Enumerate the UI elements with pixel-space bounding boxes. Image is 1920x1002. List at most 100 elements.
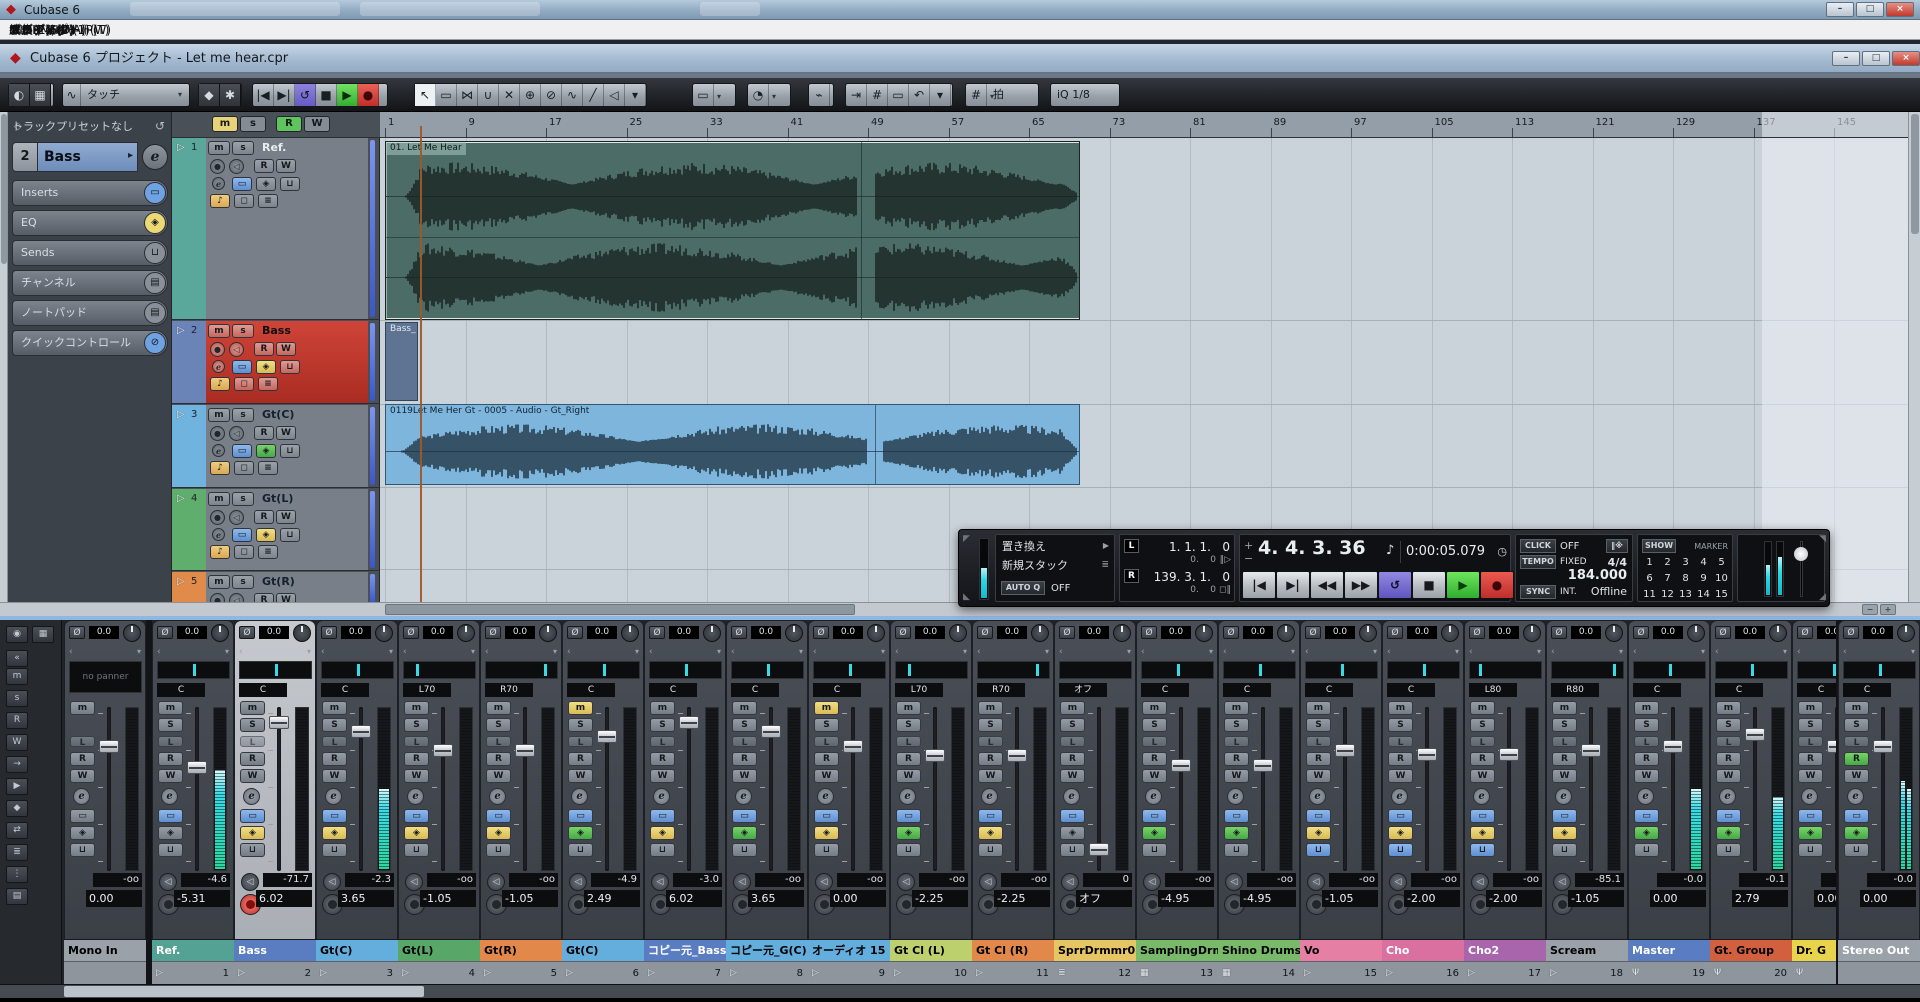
scroll-thumb[interactable]	[1, 114, 7, 264]
rewind-button[interactable]: ◀◀	[1310, 571, 1344, 599]
project-title-bar[interactable]: ◆ Cubase 6 プロジェクト - Let me hear.cpr – □ ×	[0, 44, 1920, 73]
strip-menu-icon[interactable]: ▾	[1373, 647, 1377, 657]
input-gain-knob[interactable]	[123, 624, 141, 642]
collapse-icon[interactable]: «	[6, 650, 28, 667]
listen-button[interactable]: L	[568, 736, 593, 748]
read-button[interactable]: R	[1142, 752, 1167, 766]
write-button[interactable]: W	[1470, 769, 1495, 783]
sends-bypass-button[interactable]: ⊔	[240, 843, 265, 857]
phase-button[interactable]: Ø	[895, 626, 911, 639]
mute-button[interactable]: m	[1142, 701, 1167, 715]
volume-value[interactable]: 0.00	[86, 890, 142, 907]
eq-bypass-button[interactable]: ◈	[404, 826, 429, 840]
monitor-button[interactable]: ◁	[897, 873, 915, 891]
pan-display[interactable]	[977, 661, 1050, 679]
solo-button[interactable]: S	[322, 718, 347, 732]
fader-handle[interactable]	[1171, 759, 1191, 772]
marker-button[interactable]: 5	[1713, 555, 1730, 571]
play-button[interactable]: ▶	[337, 84, 358, 106]
read-button[interactable]: R	[70, 752, 95, 766]
marker-button[interactable]: 9	[1695, 571, 1712, 587]
color-tool[interactable]: ▾	[625, 84, 646, 106]
read-button[interactable]: R	[404, 752, 429, 766]
read-button[interactable]: R	[1798, 752, 1823, 766]
toolbar-icon[interactable]: ✱	[220, 84, 241, 106]
sends-bypass-button[interactable]: ⊔	[896, 843, 921, 857]
strip-collapse-icon[interactable]: ‹	[1059, 647, 1063, 657]
strip-menu-icon[interactable]: ▾	[471, 647, 475, 657]
global-solo[interactable]: s	[6, 690, 28, 707]
solo-button[interactable]: s	[232, 324, 254, 338]
phase-button[interactable]: Ø	[977, 626, 993, 639]
monitor-button[interactable]: ◁	[1225, 873, 1243, 891]
write-button[interactable]: W	[1844, 769, 1869, 783]
toolbar-icon[interactable]: ◆	[199, 84, 220, 106]
monitor-button[interactable]: ◁	[1389, 873, 1407, 891]
input-gain-knob[interactable]	[1687, 624, 1705, 642]
mute-button[interactable]: m	[1634, 701, 1659, 715]
phase-button[interactable]: Ø	[321, 626, 337, 639]
write-button[interactable]: W	[1306, 769, 1331, 783]
marker-button[interactable]: 15	[1713, 587, 1730, 603]
fader-handle[interactable]	[1581, 744, 1601, 757]
strip-collapse-icon[interactable]: ‹	[485, 647, 489, 657]
range-tool[interactable]: ▭	[436, 84, 457, 106]
mute-button[interactable]: m	[208, 141, 230, 155]
volume-value[interactable]: -1.05	[502, 890, 558, 907]
monitor-button[interactable]: ◁	[1471, 873, 1489, 891]
inserts-bypass-button[interactable]: ▭	[240, 809, 265, 823]
volume-value[interactable]: -4.95	[1240, 890, 1296, 907]
phase-button[interactable]: Ø	[1715, 626, 1731, 639]
channel-name[interactable]: Stereo Out	[1838, 939, 1920, 961]
solo-button[interactable]: S	[1224, 718, 1249, 732]
read-button[interactable]: R	[1634, 752, 1659, 766]
mixer-channel[interactable]: Ø 0.0 ‹ ▾ Cm S L R We ▭ ◈ ⊔ ◁ -4.6 -5.31 Ref. 1 ▷	[152, 620, 234, 984]
input-gain-value[interactable]: 0.0	[341, 626, 371, 639]
input-gain-value[interactable]: 0.0	[1325, 626, 1355, 639]
monitor-button[interactable]: ◁	[815, 873, 833, 891]
phase-button[interactable]: Ø	[1387, 626, 1403, 639]
input-gain-value[interactable]: 0.0	[1079, 626, 1109, 639]
edit-channel-button[interactable]: e	[73, 788, 90, 805]
secondary-time-display[interactable]: 0:00:05.079	[1406, 545, 1485, 559]
inserts-bypass-button[interactable]: ▭	[404, 809, 429, 823]
mute-button[interactable]: m	[1060, 701, 1085, 715]
solo-button[interactable]: S	[732, 718, 757, 732]
input-gain-knob[interactable]	[1195, 624, 1213, 642]
expand-icon[interactable]: ▷	[177, 410, 185, 420]
input-gain-value[interactable]: 0.0	[1243, 626, 1273, 639]
volume-value[interactable]: 6.02	[256, 890, 312, 907]
global-write[interactable]: W	[6, 734, 28, 751]
eq-bypass-button[interactable]: ◈	[158, 826, 183, 840]
mixer-channel[interactable]: Ø 0.0 ‹ ▾ Cm S L R We ▭ ◈ ⊔ ◁ -oo 0.00 オーディオ 15 9 ▷	[808, 620, 890, 984]
swap-icon[interactable]: ⇄	[6, 822, 28, 839]
timebase-button[interactable]: ♪	[210, 545, 230, 559]
strip-collapse-icon[interactable]: ‹	[1469, 647, 1473, 657]
tempo-value[interactable]: 184.000	[1568, 569, 1627, 583]
fader-handle[interactable]	[597, 730, 617, 743]
sends-bypass-button[interactable]: ⊔	[404, 843, 429, 857]
strip-collapse-icon[interactable]: ‹	[1223, 647, 1227, 657]
volume-value[interactable]: 2.79	[1732, 890, 1788, 907]
solo-button[interactable]: S	[1798, 718, 1823, 732]
marker-button[interactable]: 11	[1641, 587, 1658, 603]
track-name-field[interactable]: Bass	[38, 142, 138, 172]
monitor-button[interactable]: ◁	[159, 873, 177, 891]
marker-button[interactable]: 7	[1659, 571, 1676, 587]
lock-button[interactable]: ◻	[234, 461, 254, 475]
inserts-bypass-button[interactable]: ▭	[896, 809, 921, 823]
channel-name[interactable]: Gt Cl (R)	[972, 939, 1054, 961]
mute-button[interactable]: m	[732, 701, 757, 715]
mixer-channel[interactable]: Ø0.0‹▾CmSLRWe▭◈⊔-0.00.00Dr. GΨ	[1792, 620, 1836, 984]
eq-bypass-button[interactable]: ◈	[1470, 826, 1495, 840]
goto-start-button[interactable]: |◀	[253, 84, 274, 106]
mute-button[interactable]: m	[208, 575, 230, 589]
phase-button[interactable]: Ø	[1551, 626, 1567, 639]
edit-channel-button[interactable]: e	[1637, 788, 1654, 805]
punch-in-icon[interactable]: ‖▷	[1220, 555, 1231, 566]
listen-button[interactable]: L	[486, 736, 511, 748]
eq-bypass-button[interactable]: ◈	[1388, 826, 1413, 840]
inserts-bypass-button[interactable]: ▭	[1552, 809, 1577, 823]
solo-button[interactable]: S	[1388, 718, 1413, 732]
mixer-channel[interactable]: Ø 0.0 ‹ ▾ Cm S L R We ▭ ◈ ⊔ ◁ -oo -2.00 Cho 16 ▷	[1382, 620, 1464, 984]
